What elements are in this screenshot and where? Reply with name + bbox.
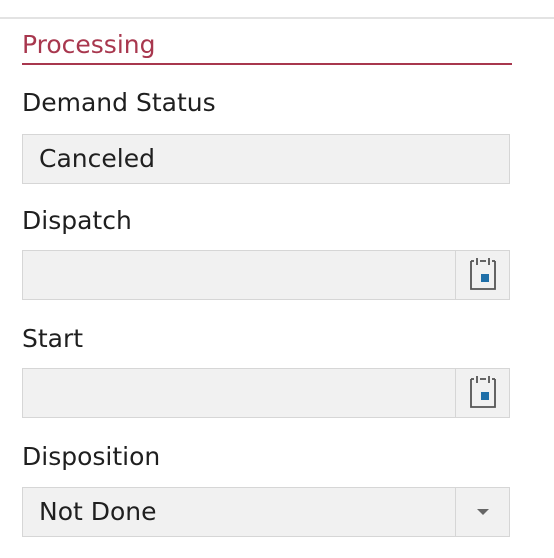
dispatch-date-input[interactable] <box>22 250 510 300</box>
top-divider <box>0 17 554 19</box>
disposition-value: Not Done <box>39 497 157 526</box>
demand-status-label: Demand Status <box>22 88 216 117</box>
demand-status-field: Canceled <box>22 134 510 184</box>
start-label: Start <box>22 324 84 353</box>
disposition-select[interactable]: Not Done <box>22 487 510 537</box>
section-underline <box>22 63 512 65</box>
processing-panel: Processing Demand Status Canceled Dispat… <box>0 0 554 558</box>
calendar-icon <box>469 258 496 290</box>
section-title: Processing <box>22 30 156 59</box>
disposition-label: Disposition <box>22 442 161 471</box>
calendar-icon <box>469 376 496 408</box>
demand-status-value: Canceled <box>39 144 155 173</box>
start-date-input[interactable] <box>22 368 510 418</box>
chevron-down-icon <box>476 509 489 515</box>
disposition-dropdown-button[interactable] <box>455 488 509 536</box>
start-calendar-button[interactable] <box>455 369 509 417</box>
dispatch-label: Dispatch <box>22 206 132 235</box>
dispatch-calendar-button[interactable] <box>455 251 509 299</box>
